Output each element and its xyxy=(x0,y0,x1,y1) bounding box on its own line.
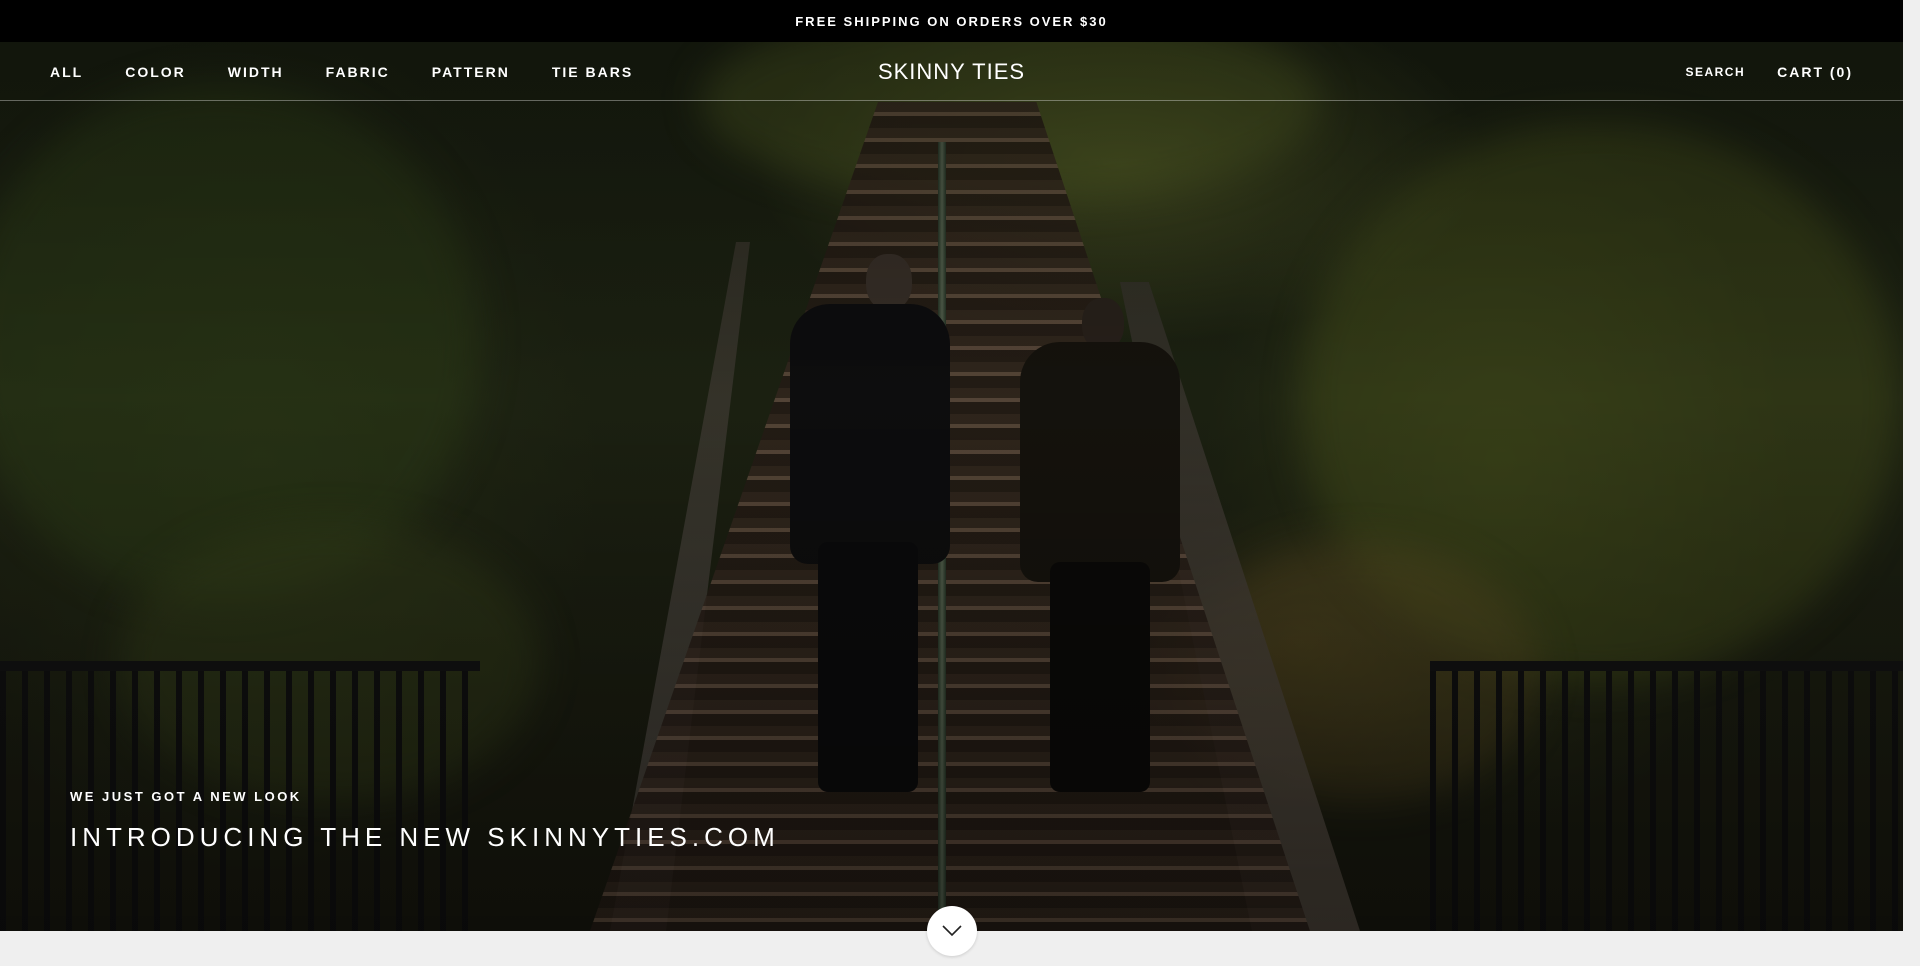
search-link[interactable]: SEARCH xyxy=(1685,65,1745,79)
hero-eyebrow: WE JUST GOT A NEW LOOK xyxy=(70,789,302,804)
chevron-down-icon xyxy=(942,925,962,937)
main-nav: ALL COLOR WIDTH FABRIC PATTERN TIE BARS xyxy=(50,42,675,101)
nav-item-pattern[interactable]: PATTERN xyxy=(432,64,510,80)
page: FREE SHIPPING ON ORDERS OVER $30 ALL COL… xyxy=(0,0,1920,966)
header-utilities: SEARCH CART (0) xyxy=(1685,42,1853,101)
nav-item-all[interactable]: ALL xyxy=(50,64,83,80)
nav-item-fabric[interactable]: FABRIC xyxy=(326,64,390,80)
scroll-down-button[interactable] xyxy=(927,906,977,956)
site-logo[interactable]: SKINNY TIES xyxy=(878,59,1025,85)
nav-item-color[interactable]: COLOR xyxy=(125,64,186,80)
site-header: ALL COLOR WIDTH FABRIC PATTERN TIE BARS … xyxy=(0,42,1903,101)
announcement-bar: FREE SHIPPING ON ORDERS OVER $30 xyxy=(0,0,1903,42)
hero-headline: INTRODUCING THE NEW SKINNYTIES.COM xyxy=(70,822,780,852)
page-scrollbar[interactable] xyxy=(1903,0,1920,966)
hero-text: WE JUST GOT A NEW LOOK INTRODUCING THE N… xyxy=(70,789,780,853)
nav-item-tie-bars[interactable]: TIE BARS xyxy=(552,64,633,80)
nav-item-width[interactable]: WIDTH xyxy=(228,64,284,80)
announcement-text: FREE SHIPPING ON ORDERS OVER $30 xyxy=(795,13,1108,29)
cart-link[interactable]: CART (0) xyxy=(1777,64,1853,80)
